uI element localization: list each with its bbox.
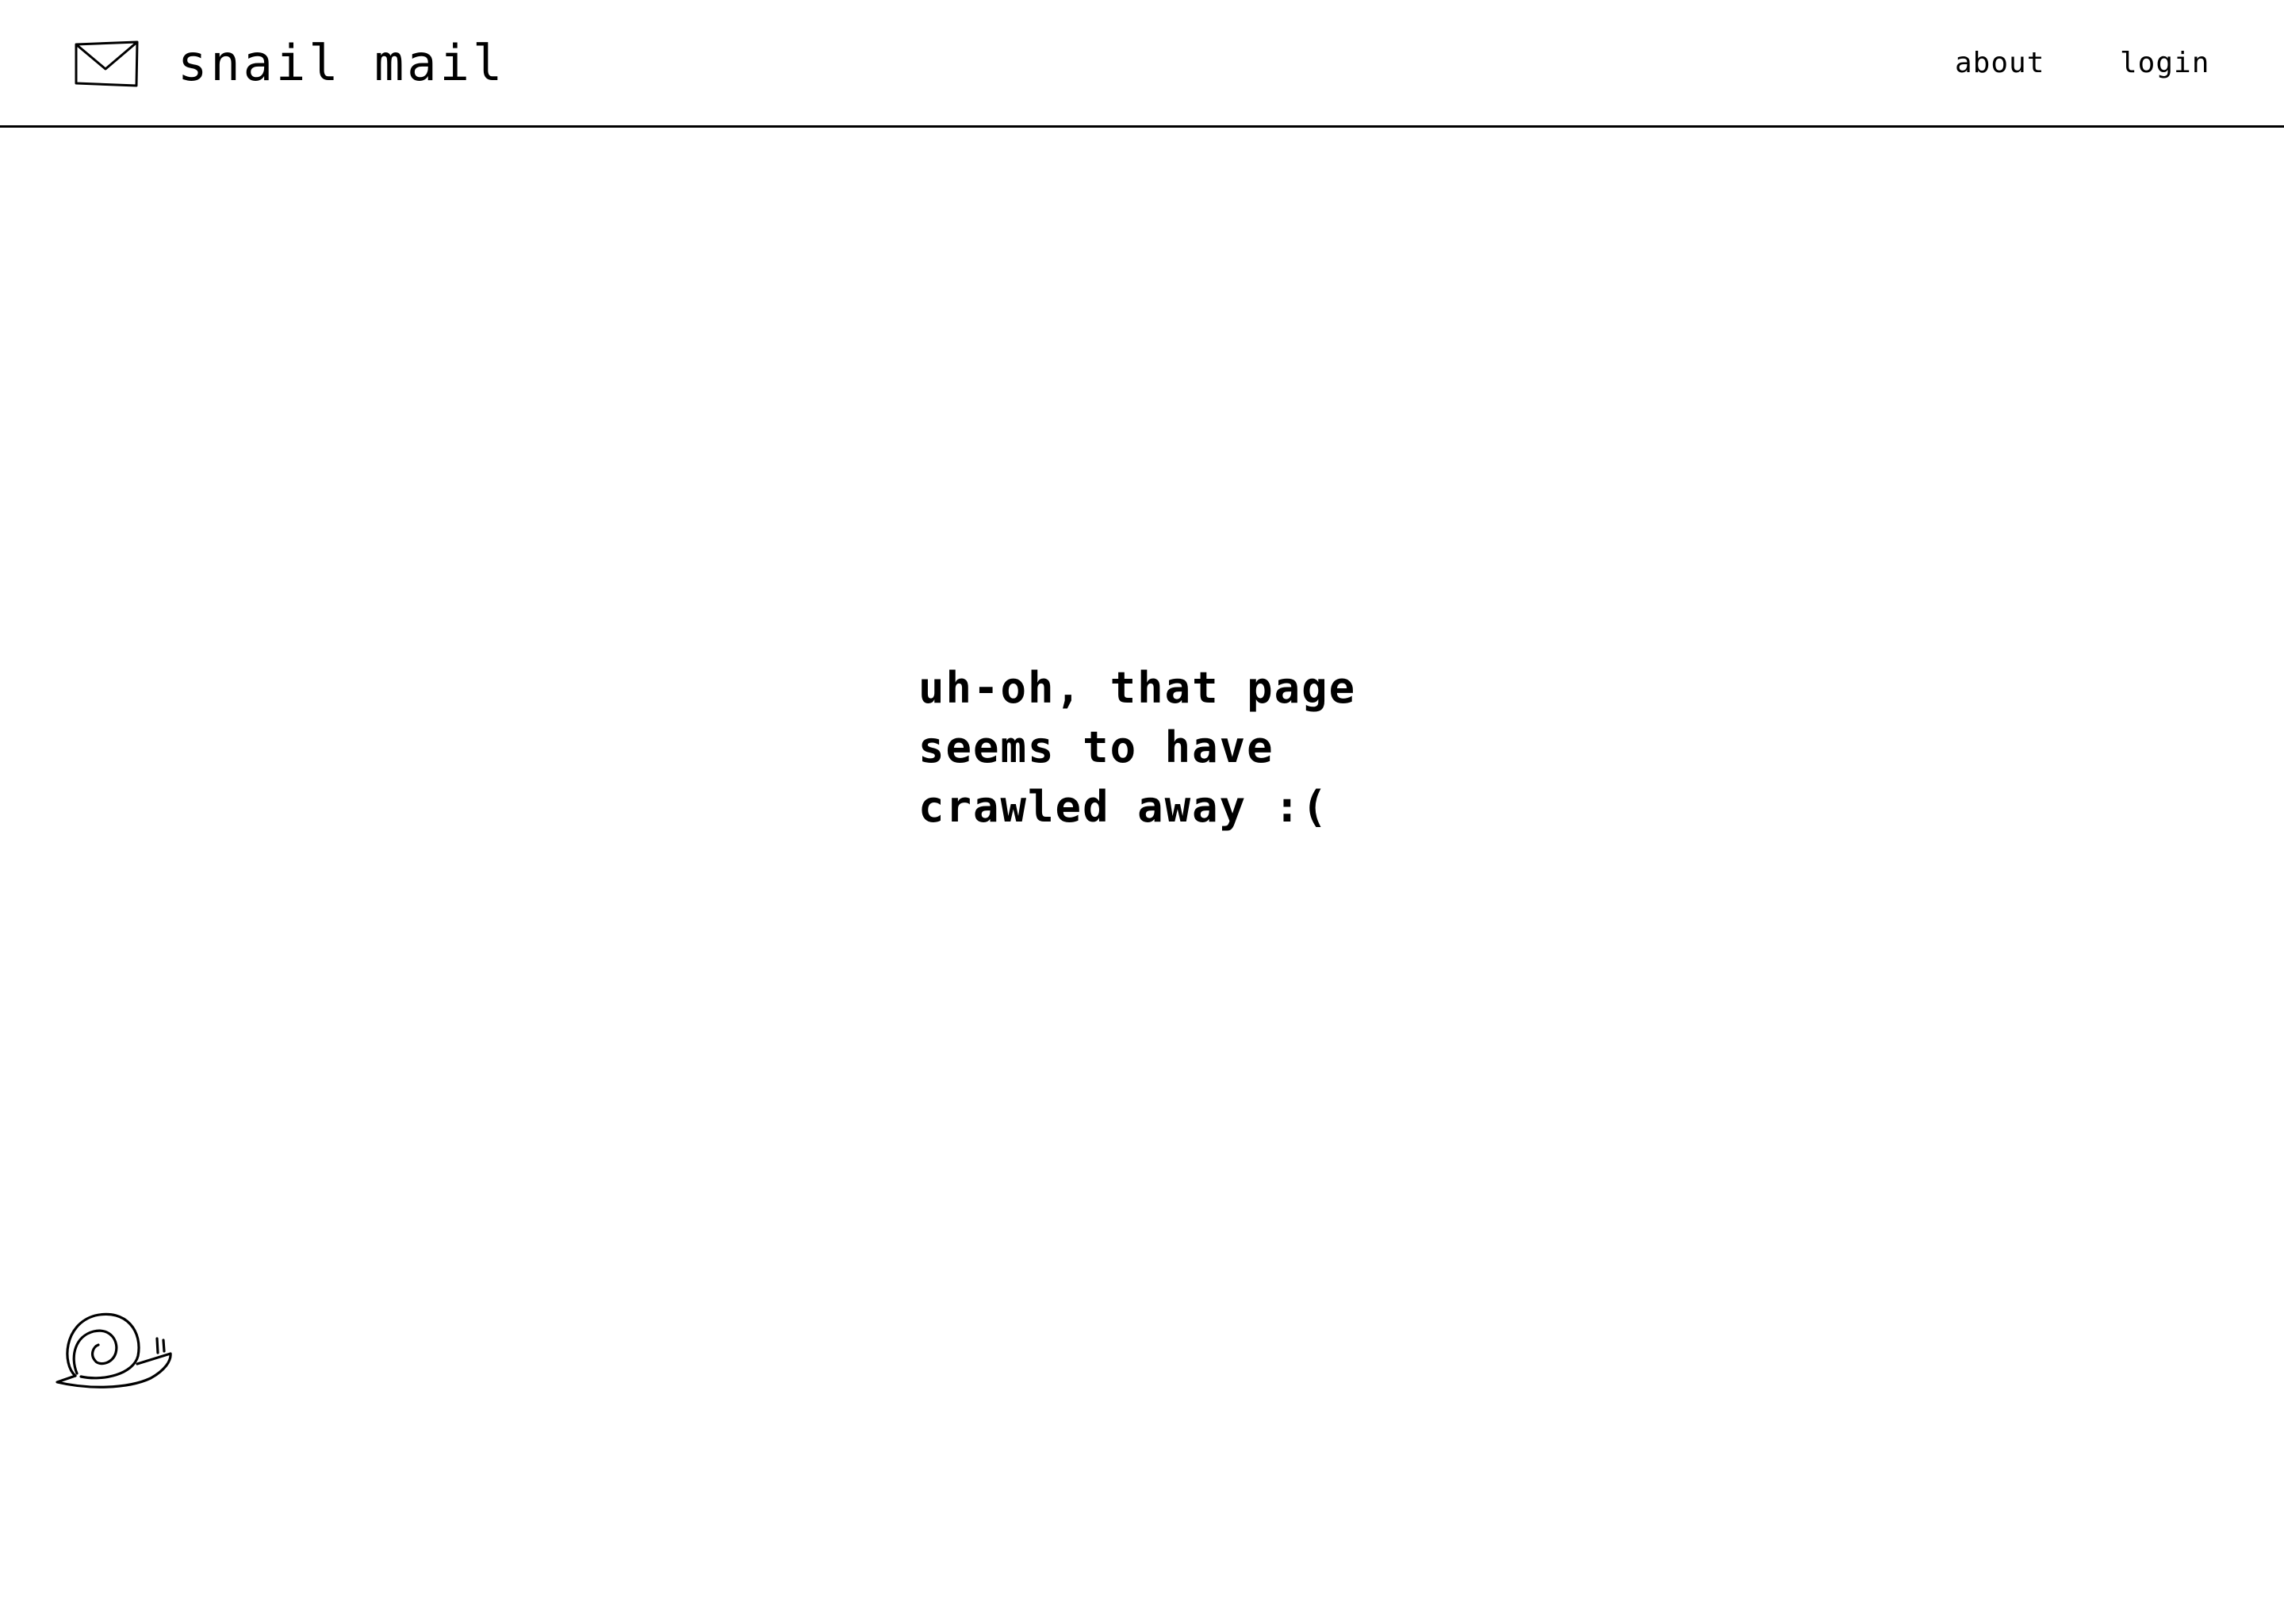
message-line: seems to have [918, 722, 1274, 772]
brand-name[interactable]: snail mail [178, 32, 505, 95]
envelope-icon[interactable] [74, 40, 139, 89]
message-line: uh-oh, that page [918, 663, 1357, 713]
nav-login-link[interactable]: login [2120, 44, 2209, 82]
snail-icon [56, 1312, 172, 1388]
site-header: snail mail about login [0, 0, 2284, 128]
message-line: crawled away :( [918, 782, 1329, 832]
not-found-message: uh-oh, that page seems to have crawled a… [918, 658, 1356, 837]
nav-about-link[interactable]: about [1955, 44, 2044, 82]
